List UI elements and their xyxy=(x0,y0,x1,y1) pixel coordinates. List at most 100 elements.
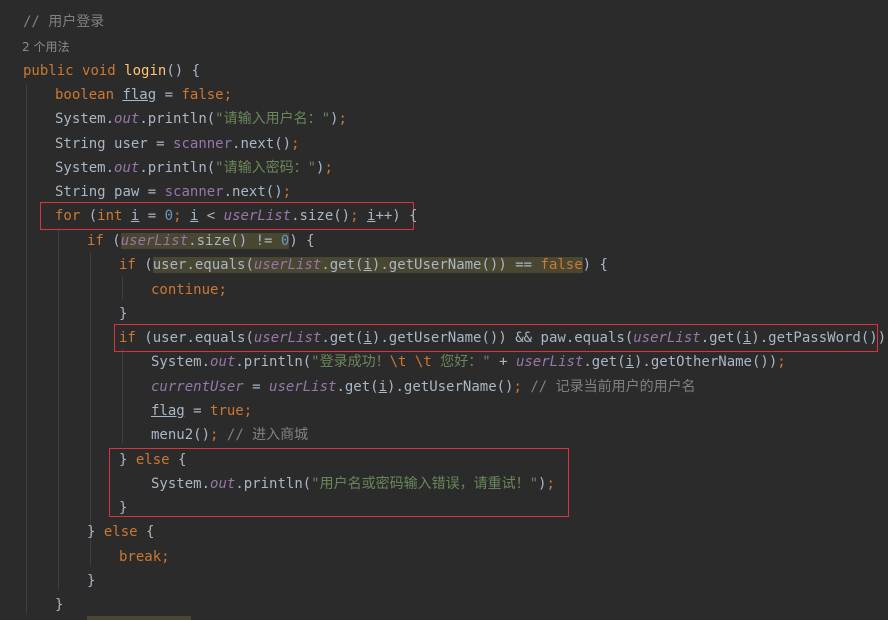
code-line: } xyxy=(55,597,64,613)
method-call: .size() xyxy=(188,233,248,249)
method-call: .equals( xyxy=(186,330,254,346)
static-field: userList xyxy=(269,379,337,395)
code-line: if (userList.size() != 0) { xyxy=(87,233,315,249)
variable: i xyxy=(363,257,372,273)
string-literal: "请输入用户名：" xyxy=(215,111,331,127)
comment: // 进入商城 xyxy=(226,427,309,443)
code-line: String user = scanner.next(); xyxy=(55,136,300,152)
keyword: true xyxy=(210,403,244,419)
class-name: System xyxy=(55,111,106,127)
static-field: userList xyxy=(633,330,701,346)
variable: i xyxy=(189,208,199,224)
keyword: boolean xyxy=(55,87,115,103)
static-field: currentUser xyxy=(151,379,244,395)
keyword: else xyxy=(135,452,170,468)
string-literal: "登录成功！ xyxy=(311,354,390,370)
variable: i xyxy=(363,330,372,346)
code-line: System.out.println("请输入密码："); xyxy=(55,160,333,176)
method-call: .println( xyxy=(235,476,312,492)
variable: i xyxy=(378,379,388,395)
field: scanner xyxy=(173,136,233,152)
code-line: flag = true; xyxy=(151,403,253,419)
keyword: break xyxy=(119,549,162,565)
method-call: .getOtherName() xyxy=(642,354,769,370)
method-call: .equals( xyxy=(186,257,254,273)
keyword: for xyxy=(55,208,81,224)
variable: paw xyxy=(540,330,566,346)
method-call: .get( xyxy=(321,257,364,273)
method-name[interactable]: login xyxy=(124,63,166,79)
static-field: out xyxy=(210,354,236,370)
code-line: } xyxy=(119,306,128,322)
method-call: .println( xyxy=(235,354,312,370)
code-line: System.out.println("登录成功！\t \t 您好：" + us… xyxy=(151,354,786,370)
code-line: 2 个用法 xyxy=(0,35,888,59)
comment: // 记录当前用户的用户名 xyxy=(530,379,696,395)
method-call: .get( xyxy=(583,354,626,370)
class-name: System xyxy=(151,354,202,370)
variable: flag xyxy=(122,87,157,103)
method-call: .println( xyxy=(139,160,216,176)
static-field: out xyxy=(210,476,236,492)
string-literal: "用户名或密码输入错误，请重试！" xyxy=(311,476,539,492)
usage-highlight xyxy=(87,616,191,620)
keyword: continue xyxy=(151,282,219,298)
code-line: } else { xyxy=(119,452,187,468)
code-line: if (user.equals(userList.get(i).getUserN… xyxy=(119,330,888,346)
class-name: String xyxy=(55,184,106,200)
method-call: .getPassWord() xyxy=(759,330,878,346)
variable: flag xyxy=(151,403,185,419)
keyword: if xyxy=(87,233,104,249)
method-call: .get( xyxy=(700,330,743,346)
method-call: .println( xyxy=(139,111,216,127)
code-line: } xyxy=(119,500,128,516)
static-field: userList xyxy=(223,208,292,224)
static-field: userList xyxy=(120,233,189,249)
static-field: out xyxy=(114,160,140,176)
class-name: String xyxy=(55,136,106,152)
usages-hint[interactable]: 2 个用法 xyxy=(22,40,69,54)
static-field: userList xyxy=(515,354,584,370)
method-call: .equals( xyxy=(565,330,634,346)
code-line: continue; xyxy=(151,282,227,298)
variable: user xyxy=(152,330,187,346)
variable: i xyxy=(742,330,752,346)
class-name: System xyxy=(55,160,106,176)
escape-sequence: \t xyxy=(389,354,407,370)
comment: // 用户登录 xyxy=(23,14,105,30)
keyword: void xyxy=(82,63,116,79)
number: 0 xyxy=(164,208,174,224)
method-call: .get( xyxy=(336,379,379,395)
code-line: String paw = scanner.next(); xyxy=(55,184,292,200)
variable: i xyxy=(625,354,634,370)
string-literal: 您好：" xyxy=(440,354,491,370)
keyword: if xyxy=(119,257,136,273)
static-field: userList xyxy=(253,257,322,273)
keyword: false xyxy=(540,257,583,273)
number: 0 xyxy=(280,233,290,249)
code-line: } xyxy=(87,573,96,589)
method-call: .getUserName() xyxy=(380,330,499,346)
class-name: System xyxy=(151,476,202,492)
code-editor[interactable]: // 用户登录 2 个用法 public void login() { bool… xyxy=(0,0,888,620)
code-line: System.out.println("请输入用户名："); xyxy=(55,111,347,127)
method-call: .size() xyxy=(291,208,351,224)
field: scanner xyxy=(164,184,224,200)
code-line: } else { xyxy=(87,524,155,540)
variable: paw xyxy=(114,184,140,200)
keyword: else xyxy=(103,524,138,540)
code-line: menu2(); // 进入商城 xyxy=(151,427,309,443)
variable: i xyxy=(367,208,376,224)
code-line: if (user.equals(userList.get(i).getUserN… xyxy=(119,257,608,273)
code-line: for (int i = 0; i < userList.size(); i++… xyxy=(55,208,418,224)
variable: i xyxy=(130,208,140,224)
code-line: boolean flag = false; xyxy=(55,87,233,103)
method-call: .getUserName() xyxy=(395,379,514,395)
method-call: .next() xyxy=(232,136,292,152)
code-line: break; xyxy=(119,549,170,565)
code-line: currentUser = userList.get(i).getUserNam… xyxy=(151,379,696,395)
code-line: // 用户登录 xyxy=(0,10,888,34)
static-field: out xyxy=(114,111,140,127)
keyword: false xyxy=(181,87,224,103)
code-text: () { xyxy=(166,63,201,79)
